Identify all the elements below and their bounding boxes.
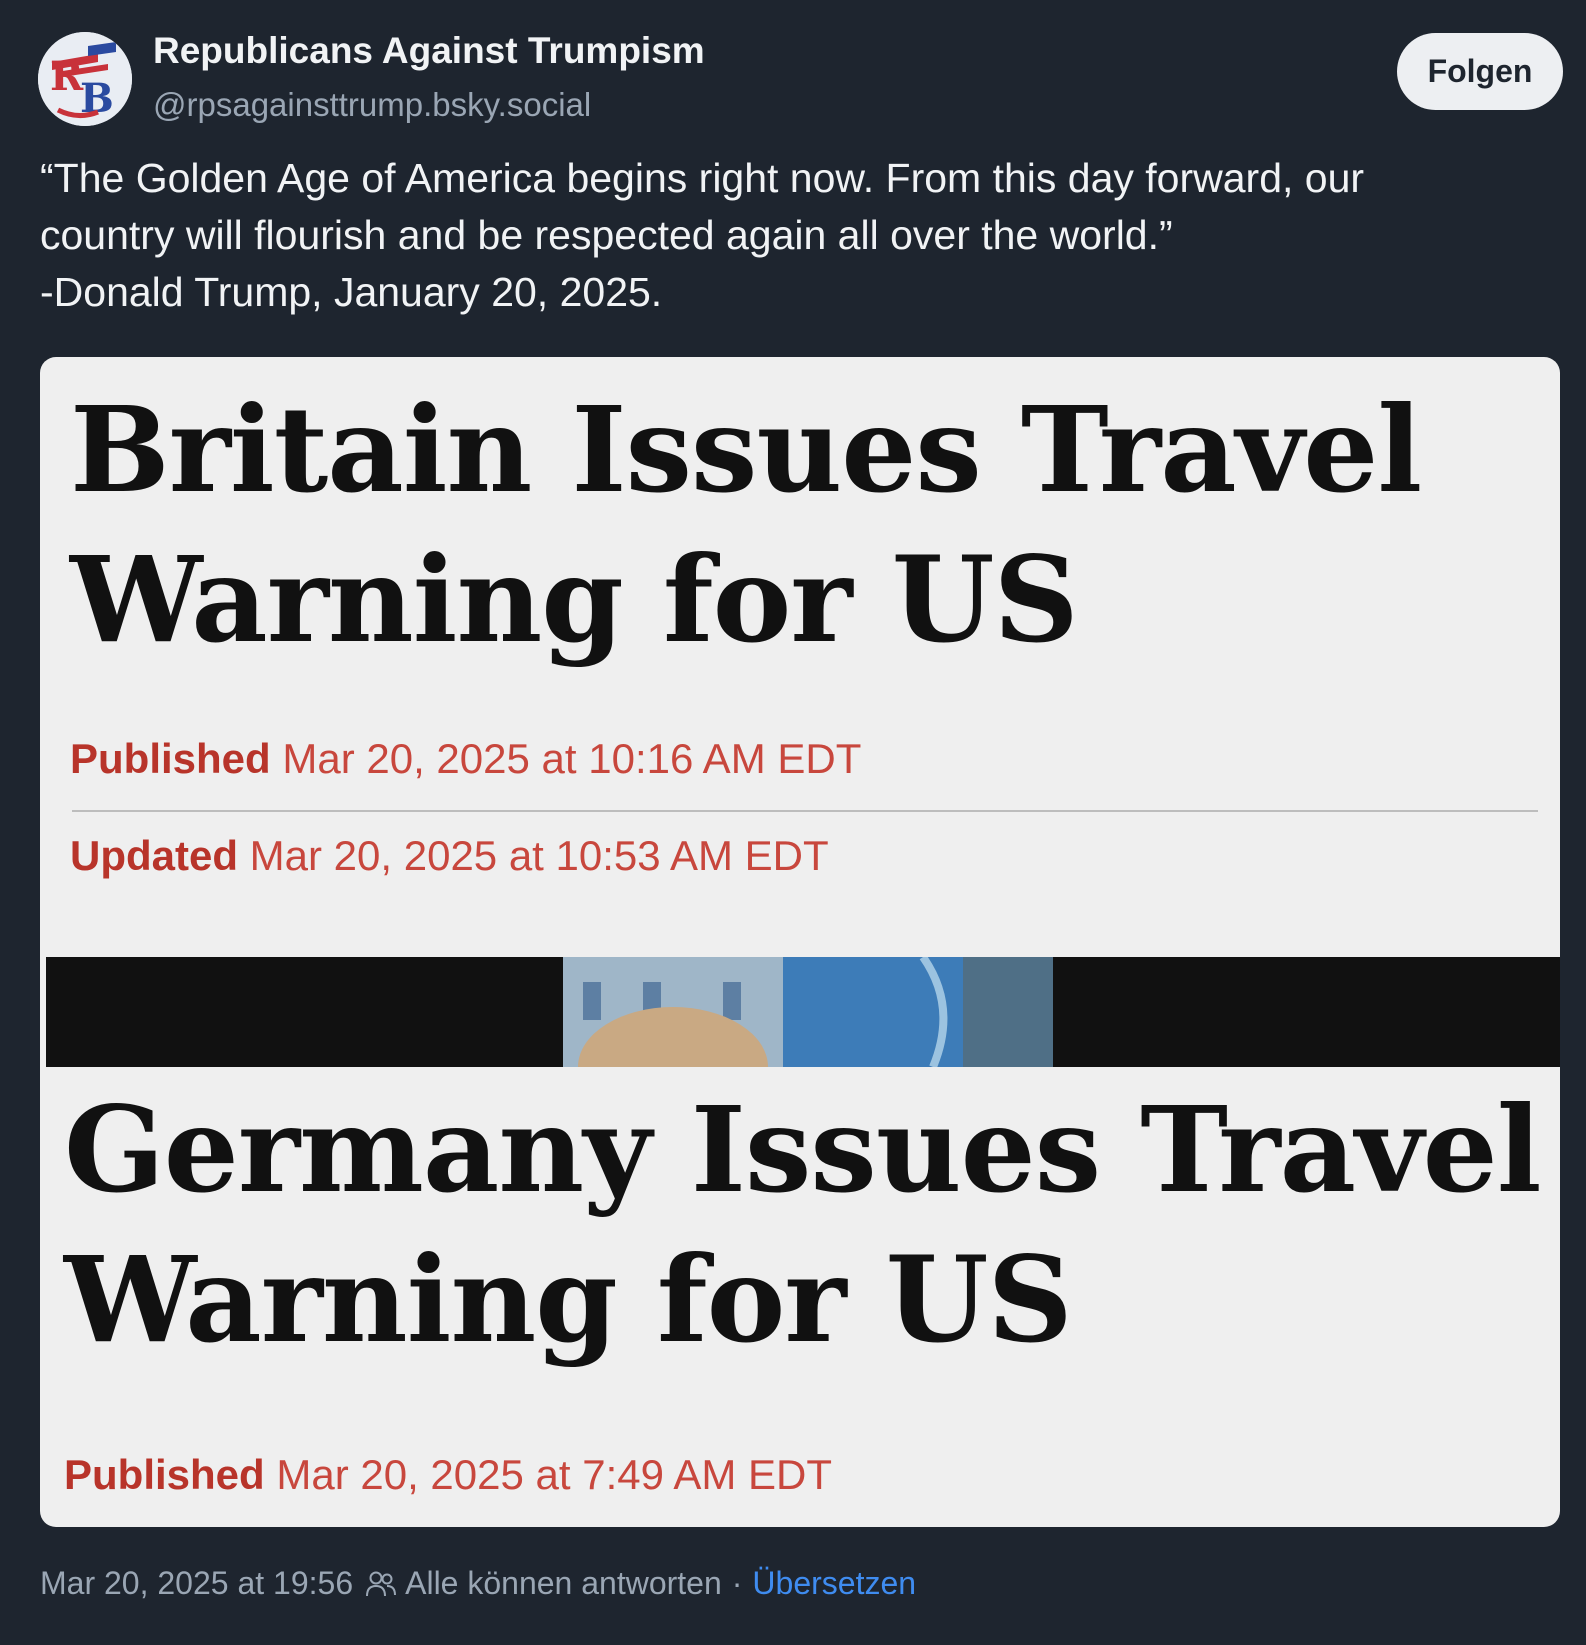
post-timestamp[interactable]: Mar 20, 2025 at 19:56 — [40, 1565, 353, 1602]
published-value: Mar 20, 2025 at 10:16 AM EDT — [270, 735, 862, 782]
post-text: “The Golden Age of America begins right … — [40, 150, 1550, 321]
published-label: Published — [64, 1451, 265, 1498]
updated-britain: Updated Mar 20, 2025 at 10:53 AM EDT — [70, 832, 829, 880]
photo-image — [563, 957, 1053, 1067]
divider — [72, 810, 1538, 812]
published-label: Published — [70, 735, 271, 782]
article-photo — [563, 957, 1053, 1067]
published-germany: Published Mar 20, 2025 at 7:49 AM EDT — [64, 1451, 832, 1499]
updated-value: Mar 20, 2025 at 10:53 AM EDT — [238, 832, 829, 879]
reply-setting[interactable]: Alle können antworten — [405, 1565, 722, 1602]
headline-line: Warning for US — [70, 530, 1079, 669]
author-handle[interactable]: @rpsagainsttrump.bsky.social — [153, 86, 591, 124]
updated-label: Updated — [70, 832, 238, 879]
published-value: Mar 20, 2025 at 7:49 AM EDT — [264, 1451, 832, 1498]
headline-line: Britain Issues Travel — [70, 380, 1422, 519]
svg-text:R: R — [50, 53, 84, 100]
published-britain: Published Mar 20, 2025 at 10:16 AM EDT — [70, 735, 861, 783]
people-icon — [365, 1570, 397, 1598]
translate-link[interactable]: Übersetzen — [752, 1565, 916, 1602]
embedded-image[interactable]: Britain Issues Travel Warning for US Pub… — [40, 357, 1560, 1527]
post-text-line: “The Golden Age of America begins right … — [40, 155, 1365, 201]
headline-line: Warning for US — [64, 1230, 1073, 1369]
photo-strip — [46, 957, 1560, 1067]
headline-germany: Germany Issues Travel Warning for US — [64, 1075, 1542, 1375]
post-text-line: -Donald Trump, January 20, 2025. — [40, 269, 663, 315]
separator: · — [731, 1565, 743, 1601]
headline-line: Germany Issues Travel — [64, 1080, 1542, 1219]
post-text-line: country will flourish and be respected a… — [40, 212, 1173, 258]
avatar-logo-icon: R B — [38, 32, 132, 126]
post-footer: Mar 20, 2025 at 19:56 Alle können antwor… — [40, 1565, 916, 1602]
post: R B Republicans Against Trumpism @rpsaga… — [0, 0, 1586, 1645]
author-name[interactable]: Republicans Against Trumpism — [153, 30, 705, 72]
avatar[interactable]: R B — [38, 32, 132, 126]
headline-britain: Britain Issues Travel Warning for US — [70, 375, 1422, 675]
follow-button[interactable]: Folgen — [1397, 33, 1563, 110]
